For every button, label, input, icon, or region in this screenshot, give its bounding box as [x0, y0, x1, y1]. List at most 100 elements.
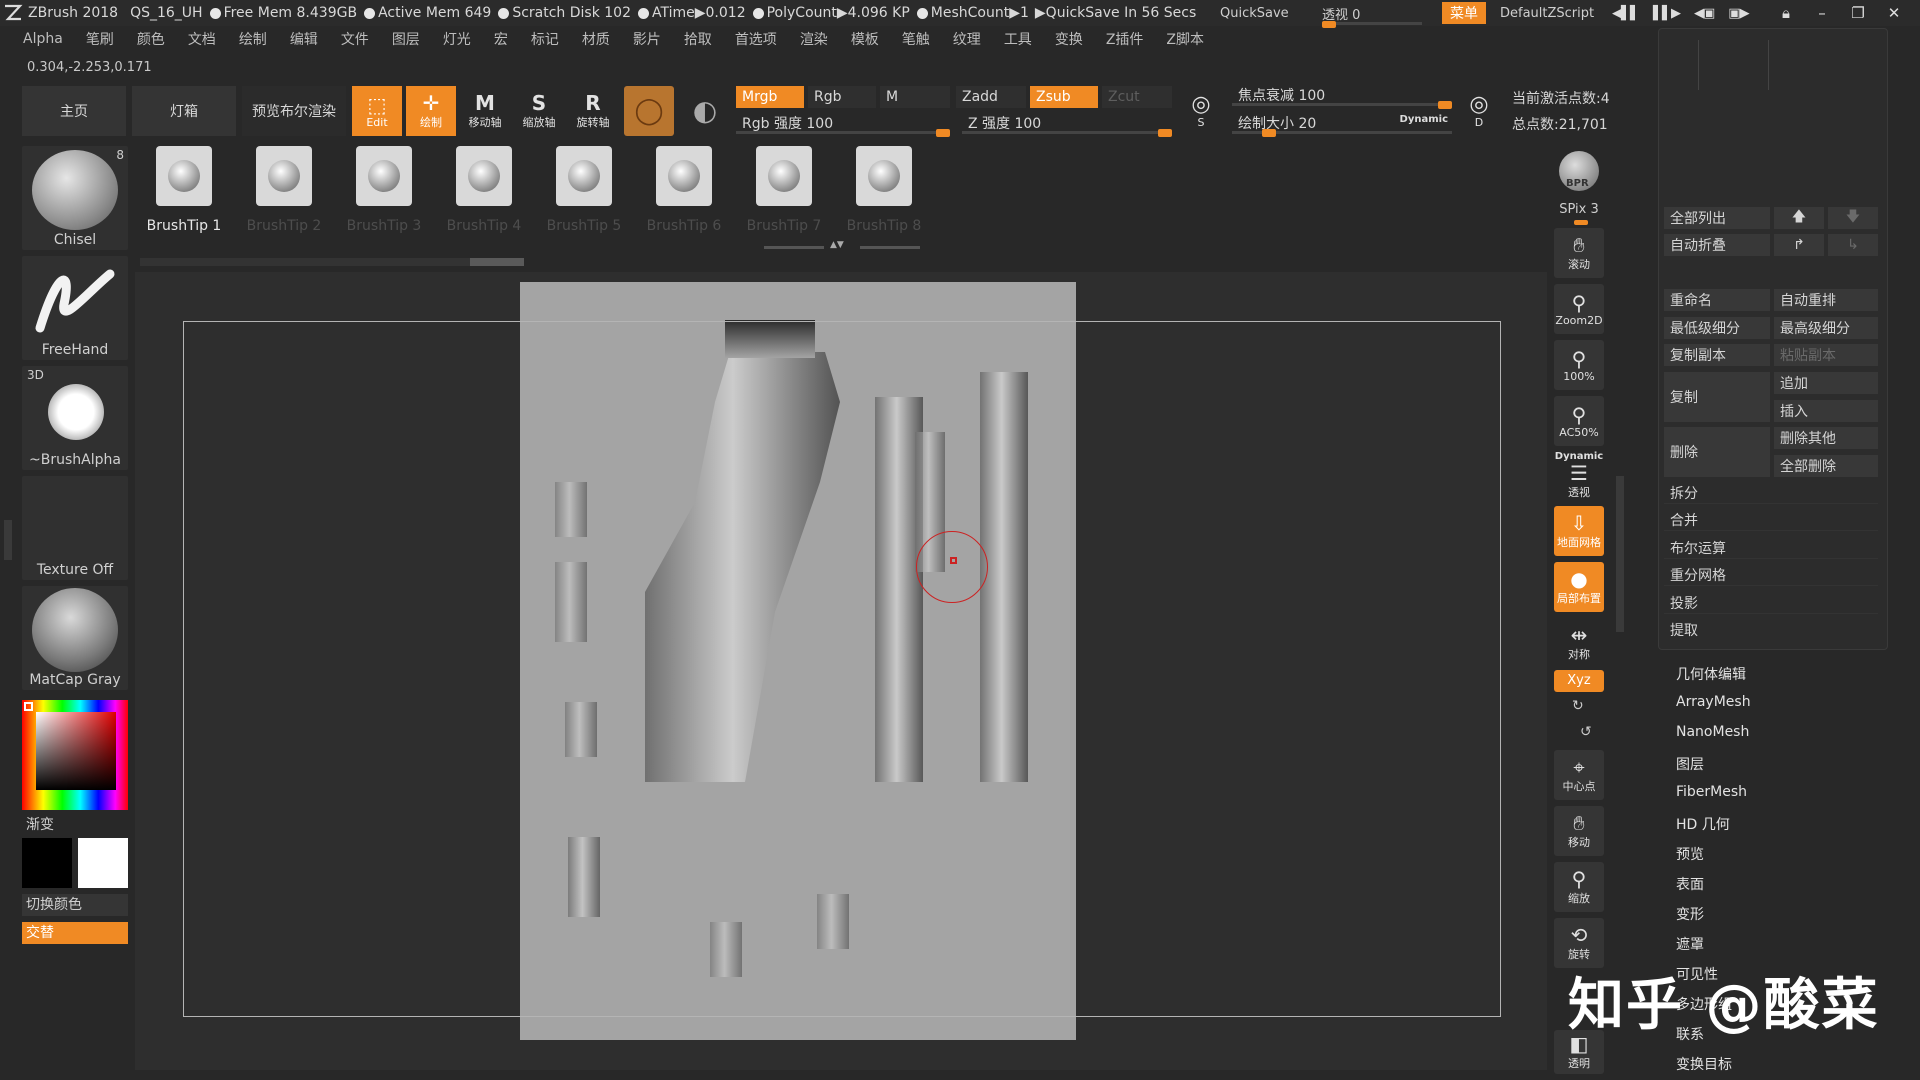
- alpha-selector[interactable]: 3D ~BrushAlpha: [22, 366, 128, 470]
- remesh-section[interactable]: 重分网格: [1664, 564, 1878, 586]
- layout-right-icon[interactable]: ▣▶: [1728, 6, 1749, 21]
- rgb-intensity-knob[interactable]: [936, 129, 950, 137]
- ui-expand-icon[interactable]: ▌▌▶: [1653, 6, 1681, 21]
- transparency-slider[interactable]: 透视 0: [1322, 0, 1432, 28]
- color-square[interactable]: [36, 712, 116, 790]
- actual-size-button[interactable]: ⚲ 100%: [1554, 340, 1604, 390]
- left-tray-toggle[interactable]: [4, 520, 12, 560]
- auto-reorder-button[interactable]: 自动重排: [1774, 289, 1878, 311]
- geometry-palette[interactable]: 几何体编辑: [1676, 664, 1746, 684]
- menu-light[interactable]: 灯光: [443, 29, 471, 49]
- secondary-color-swatch[interactable]: [78, 838, 128, 888]
- draw-size-knob[interactable]: [1262, 129, 1276, 137]
- menu-tool[interactable]: 工具: [1004, 29, 1032, 49]
- menu-stroke[interactable]: 笔触: [902, 29, 930, 49]
- brush-tip-8[interactable]: BrushTip 8: [834, 146, 934, 246]
- material-selector[interactable]: MatCap Gray: [22, 586, 128, 690]
- s-button[interactable]: ◎ S: [1178, 86, 1224, 136]
- duplicate-button[interactable]: 复制: [1664, 372, 1770, 422]
- merge-section[interactable]: 合并: [1664, 509, 1878, 531]
- zoom2d-button[interactable]: ⚲ Zoom2D: [1554, 284, 1604, 334]
- brush-tip-2[interactable]: BrushTip 2: [234, 146, 334, 246]
- rename-button[interactable]: 重命名: [1664, 289, 1770, 311]
- lock-icon[interactable]: 🔒︎: [1768, 4, 1804, 22]
- palette-scroll-region[interactable]: [1688, 40, 1788, 190]
- menu-file[interactable]: 文件: [341, 29, 369, 49]
- all-high-button[interactable]: 最高级细分: [1774, 317, 1878, 339]
- menu-render[interactable]: 渲染: [800, 29, 828, 49]
- menu-marker[interactable]: 标记: [531, 29, 559, 49]
- brush-tip-5[interactable]: BrushTip 5: [534, 146, 634, 246]
- texture-selector[interactable]: Texture Off: [22, 476, 128, 580]
- project-section[interactable]: 投影: [1664, 592, 1878, 614]
- menu-texture[interactable]: 纹理: [953, 29, 981, 49]
- zcut-toggle[interactable]: Zcut: [1102, 86, 1172, 108]
- menu-stencil[interactable]: 模板: [851, 29, 879, 49]
- z-intensity-slider[interactable]: Z 强度 100: [962, 112, 1172, 137]
- fibermesh-palette[interactable]: FiberMesh: [1676, 784, 1747, 800]
- nanomesh-palette[interactable]: NanoMesh: [1676, 724, 1749, 740]
- brush-tip-1[interactable]: BrushTip 1: [134, 146, 234, 246]
- zsub-toggle[interactable]: Zsub: [1030, 86, 1098, 108]
- move-mode-button[interactable]: M 移动轴: [460, 86, 510, 136]
- quicksave-button[interactable]: QuickSave: [1220, 0, 1289, 26]
- arraymesh-palette[interactable]: ArrayMesh: [1676, 694, 1751, 710]
- copy-button[interactable]: 复制副本: [1664, 344, 1770, 366]
- menu-transform[interactable]: 变换: [1055, 29, 1083, 49]
- mrgb-toggle[interactable]: Mrgb: [736, 86, 804, 108]
- paste-button[interactable]: 粘贴副本: [1774, 344, 1878, 366]
- close-icon[interactable]: ✕: [1876, 4, 1912, 22]
- menu-draw[interactable]: 绘制: [239, 29, 267, 49]
- main-color-swatch[interactable]: [22, 838, 72, 888]
- switch-color-button[interactable]: 切换颜色: [22, 894, 128, 916]
- zadd-toggle[interactable]: Zadd: [956, 86, 1026, 108]
- perspective-button[interactable]: Dynamic ☰ 透视: [1554, 450, 1604, 500]
- boolean-section[interactable]: 布尔运算: [1664, 537, 1878, 559]
- move-view-button[interactable]: ✋︎ 移动: [1554, 806, 1604, 856]
- local-transform-button[interactable]: ● 局部布置: [1554, 562, 1604, 612]
- home-tab-button[interactable]: 主页: [22, 86, 126, 136]
- symmetry-button[interactable]: ⇹ 对称: [1554, 618, 1604, 668]
- scale-mode-button[interactable]: S 缩放轴: [514, 86, 564, 136]
- ui-shrink-icon[interactable]: ◀▌▌: [1612, 6, 1640, 21]
- brush-tip-3[interactable]: BrushTip 3: [334, 146, 434, 246]
- color-picker[interactable]: [22, 700, 128, 810]
- menu-color[interactable]: 颜色: [137, 29, 165, 49]
- rotate-z-icon[interactable]: ↺: [1580, 724, 1592, 740]
- color-picker-marker[interactable]: [24, 702, 33, 711]
- extract-section[interactable]: 提取: [1664, 619, 1878, 641]
- spix-slider[interactable]: SPix 3: [1554, 202, 1604, 225]
- gradient-label[interactable]: 渐变: [26, 814, 54, 834]
- menu-zscript[interactable]: Z脚本: [1166, 29, 1204, 49]
- edit-mode-button[interactable]: ⬚ Edit: [352, 86, 402, 136]
- delete-button[interactable]: 删除: [1664, 427, 1770, 477]
- preview-palette[interactable]: 预览: [1676, 844, 1704, 864]
- m-toggle[interactable]: M: [880, 86, 950, 108]
- menu-movie[interactable]: 影片: [633, 29, 661, 49]
- brush-tips-scroll-thumb[interactable]: [470, 258, 524, 266]
- hd-geometry-palette[interactable]: HD 几何: [1676, 814, 1730, 834]
- brush-tip-4[interactable]: BrushTip 4: [434, 146, 534, 246]
- focal-shift-slider[interactable]: 焦点衰减 100: [1232, 84, 1452, 109]
- menu-layer[interactable]: 图层: [392, 29, 420, 49]
- menu-alpha[interactable]: Alpha: [23, 31, 63, 47]
- brush-tip-6[interactable]: BrushTip 6: [634, 146, 734, 246]
- material-channel-button[interactable]: ◯: [624, 86, 674, 136]
- append-button[interactable]: 追加: [1774, 372, 1878, 394]
- move-up-button[interactable]: 🡅︎: [1774, 207, 1824, 229]
- right-tray-toggle[interactable]: [1616, 476, 1624, 632]
- z-intensity-knob[interactable]: [1158, 129, 1172, 137]
- move-down-button[interactable]: 🡇︎: [1828, 207, 1878, 229]
- morph-target-palette[interactable]: 变换目标: [1676, 1054, 1732, 1074]
- menu-material[interactable]: 材质: [582, 29, 610, 49]
- ac50-button[interactable]: ⚲ AC50%: [1554, 396, 1604, 446]
- layout-left-icon[interactable]: ◀▣: [1694, 6, 1715, 21]
- xyz-axis-toggle[interactable]: Xyz: [1554, 670, 1604, 692]
- bpr-preview-button[interactable]: 预览布尔渲染: [242, 86, 346, 136]
- deformation-palette[interactable]: 变形: [1676, 904, 1704, 924]
- floor-grid-button[interactable]: ⇩ 地面网格: [1554, 506, 1604, 556]
- insert-button[interactable]: 插入: [1774, 400, 1878, 422]
- delete-all-button[interactable]: 全部删除: [1774, 455, 1878, 477]
- alternate-button[interactable]: 交替: [22, 922, 128, 944]
- masking-palette[interactable]: 遮罩: [1676, 934, 1704, 954]
